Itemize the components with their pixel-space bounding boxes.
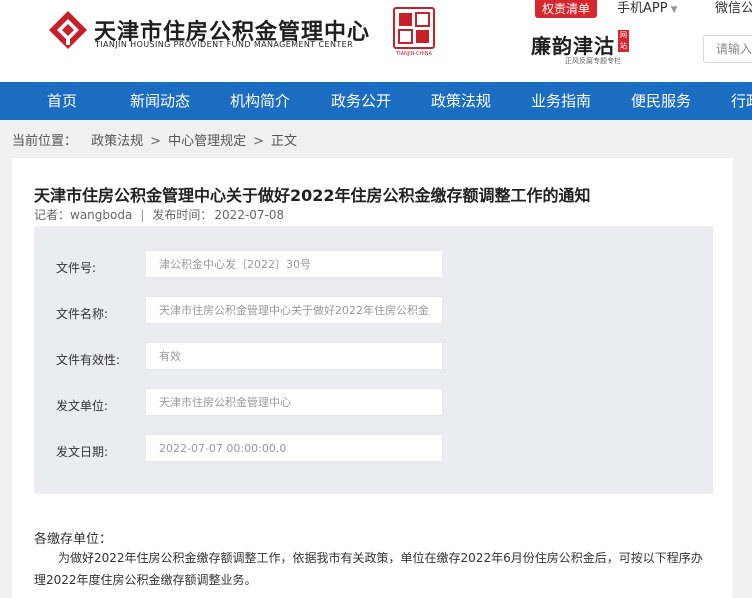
breadcrumb-prefix: 当前位置： bbox=[12, 134, 78, 149]
site-title-english: TIANJIN HOUSING PROVIDENT FUND MANAGEMEN… bbox=[95, 40, 354, 49]
date-label: 发布时间： bbox=[152, 208, 213, 222]
search-input[interactable] bbox=[703, 35, 752, 63]
author-label: 记者： bbox=[34, 208, 71, 222]
breadcrumb-current: 正文 bbox=[271, 134, 298, 149]
power-list-button[interactable]: 权责清单 bbox=[535, 0, 597, 18]
doc-number-label: 文件号: bbox=[56, 261, 97, 275]
breadcrumb: 当前位置： 政策法规 > 中心管理规定 > 正文 bbox=[12, 132, 297, 152]
salutation: 各缴存单位： bbox=[34, 532, 113, 547]
article-card: 天津市住房公积金管理中心关于做好2022年住房公积金缴存额调整工作的通知 记者：… bbox=[12, 158, 733, 598]
lianyun-subtitle: 正风反腐专题专栏 bbox=[565, 57, 621, 65]
mobile-app-link[interactable]: 手机APP ▼ bbox=[617, 0, 678, 18]
wechat-link[interactable]: 微信公 bbox=[715, 0, 752, 18]
lianyun-jingu-logo[interactable]: 廉韵津沽 bbox=[531, 30, 615, 59]
logo-emblem-icon[interactable] bbox=[48, 10, 88, 50]
nav-about[interactable]: 机构简介 bbox=[230, 82, 290, 120]
site-header: 天津市住房公积金管理中心 TIANJIN HOUSING PROVIDENT F… bbox=[0, 0, 752, 82]
nav-services[interactable]: 便民服务 bbox=[631, 82, 691, 120]
meta-divider: | bbox=[140, 208, 145, 222]
nav-policy[interactable]: 政策法规 bbox=[431, 82, 491, 120]
caret-down-icon: ▼ bbox=[670, 5, 678, 15]
tianjin-seal-icon bbox=[393, 7, 435, 49]
document-info-panel: 文件号: 津公积金中心发〔2022〕30号 文件名称: 天津市住房公积金管理中心… bbox=[34, 226, 713, 494]
breadcrumb-separator: > bbox=[253, 134, 264, 149]
nav-news[interactable]: 新闻动态 bbox=[130, 82, 190, 120]
nav-home[interactable]: 首页 bbox=[47, 82, 77, 120]
doc-name-field: 天津市住房公积金管理中心关于做好2022年住房公积金 bbox=[145, 296, 443, 324]
breadcrumb-center-rules[interactable]: 中心管理规定 bbox=[168, 134, 246, 149]
article-paragraph: 为做好2022年住房公积金缴存额调整工作，依据我市有关政策，单位在缴存2022年… bbox=[34, 551, 703, 587]
publish-date: 2022-07-08 bbox=[214, 208, 285, 222]
issuer-field: 天津市住房公积金管理中心 bbox=[145, 388, 443, 416]
main-nav: 首页 新闻动态 机构简介 政务公开 政策法规 业务指南 便民服务 行政 bbox=[0, 82, 752, 120]
breadcrumb-separator: > bbox=[150, 134, 162, 149]
article-meta: 记者：wangboda | 发布时间： 2022-07-08 bbox=[34, 206, 284, 223]
doc-validity-label: 文件有效性: bbox=[56, 353, 121, 367]
issuer-label: 发文单位: bbox=[56, 399, 109, 413]
seal-caption: TIANJIN·CHINA bbox=[396, 51, 432, 57]
mobile-app-label: 手机APP bbox=[617, 1, 668, 16]
lianyun-tag: 网站 bbox=[618, 30, 629, 52]
doc-number-field: 津公积金中心发〔2022〕30号 bbox=[145, 250, 443, 278]
breadcrumb-policy[interactable]: 政策法规 bbox=[91, 134, 143, 149]
nav-gov-affairs[interactable]: 政务公开 bbox=[331, 82, 391, 120]
issue-date-field: 2022-07-07 00:00:00.0 bbox=[145, 434, 443, 462]
author-name: wangboda bbox=[70, 208, 133, 222]
nav-guide[interactable]: 业务指南 bbox=[531, 82, 591, 120]
doc-validity-field: 有效 bbox=[145, 342, 443, 370]
nav-admin[interactable]: 行政 bbox=[731, 82, 752, 120]
article-title: 天津市住房公积金管理中心关于做好2022年住房公积金缴存额调整工作的通知 bbox=[34, 186, 591, 205]
issue-date-label: 发文日期: bbox=[56, 445, 109, 459]
doc-name-label: 文件名称: bbox=[56, 307, 109, 321]
